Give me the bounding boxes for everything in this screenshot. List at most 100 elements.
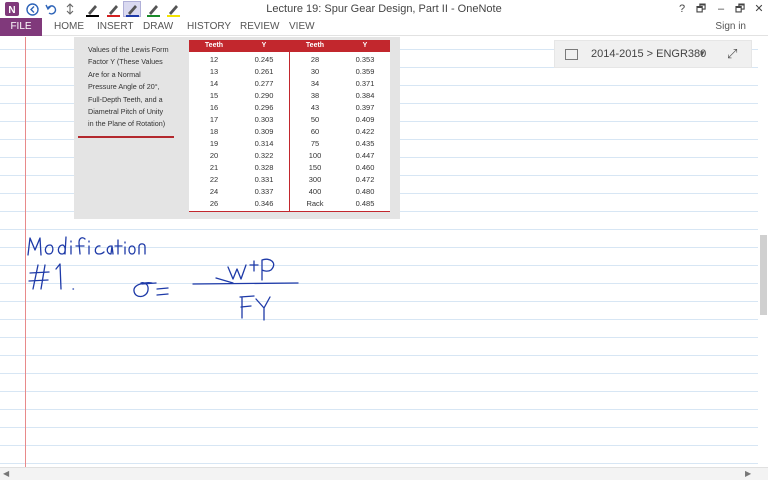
column-divider xyxy=(289,52,290,212)
table-cell: 0.309 xyxy=(254,127,274,136)
ink-equals xyxy=(156,287,169,296)
notebook-icon xyxy=(565,49,578,60)
table-cell: 0.331 xyxy=(254,175,274,184)
table-cell: 19 xyxy=(209,139,219,148)
scroll-right-icon[interactable]: ▶ xyxy=(745,469,751,478)
tab-file[interactable]: FILE xyxy=(0,18,42,36)
table-cell: 0.290 xyxy=(254,91,274,100)
table-cell: 0.277 xyxy=(254,79,274,88)
ribbon-tabs: FILE HOME INSERT DRAW HISTORY REVIEW VIE… xyxy=(0,18,768,36)
table-cell: 0.328 xyxy=(254,163,274,172)
table-cell: 14 xyxy=(209,79,219,88)
table-cell: 75 xyxy=(310,139,320,148)
table-cell: 0.435 xyxy=(355,139,375,148)
table-cell: 0.322 xyxy=(254,151,274,160)
tab-draw[interactable]: DRAW xyxy=(143,18,173,36)
table-cell: 21 xyxy=(209,163,219,172)
table-cell: 34 xyxy=(310,79,320,88)
table-cell: 13 xyxy=(209,67,219,76)
header-y: Y xyxy=(261,42,267,49)
onenote-window: N Lecture 19: Spur Gear Design, Part II … xyxy=(0,0,768,480)
table-cell: 0.422 xyxy=(355,127,375,136)
table-cell: 0.261 xyxy=(254,67,274,76)
ink-sigma xyxy=(133,282,157,298)
restore-button[interactable]: 🗗 xyxy=(731,1,749,17)
table-cell: 0.480 xyxy=(355,187,375,196)
ink-denominator-fy xyxy=(239,295,271,321)
sign-in-link[interactable]: Sign in xyxy=(715,18,746,36)
full-page-view-button[interactable]: 🗗 xyxy=(692,1,710,17)
vertical-scrollbar[interactable] xyxy=(758,37,768,467)
lewis-factor-table-image[interactable]: Values of the Lewis Form Factor Y (These… xyxy=(74,37,400,219)
table-bottom-rule xyxy=(189,211,390,212)
caption-line: Full-Depth Teeth, and a xyxy=(88,94,163,104)
table-cell: 26 xyxy=(209,199,219,208)
table-cell: 0.245 xyxy=(254,55,274,64)
ink-numerator-wtp xyxy=(227,258,275,281)
horizontal-scrollbar[interactable]: ◀ ▶ xyxy=(0,467,768,480)
table-cell: 16 xyxy=(209,103,219,112)
table-cell: 0.296 xyxy=(254,103,274,112)
tab-review[interactable]: REVIEW xyxy=(240,18,279,36)
close-button[interactable]: ✕ xyxy=(750,1,768,17)
tab-home[interactable]: HOME xyxy=(54,18,84,36)
table-cell: 24 xyxy=(209,187,219,196)
header-teeth: Teeth xyxy=(204,42,224,49)
caption-line: in the Plane of Rotation) xyxy=(88,119,166,129)
tab-history[interactable]: HISTORY xyxy=(187,18,231,36)
scroll-left-icon[interactable]: ◀ xyxy=(3,469,9,478)
window-title: Lecture 19: Spur Gear Design, Part II - … xyxy=(266,3,502,15)
table-cell: 150 xyxy=(308,163,322,172)
caption-line: Pressure Angle of 20°, xyxy=(88,82,160,92)
scrollbar-thumb[interactable] xyxy=(760,235,767,315)
table-cell: 50 xyxy=(310,115,320,124)
table-cell: 38 xyxy=(310,91,320,100)
caption-line: Are for a Normal xyxy=(88,69,141,79)
caption-line: Factor Y (These Values xyxy=(88,57,163,67)
table-cell: 0.384 xyxy=(355,91,375,100)
ink-modification xyxy=(27,236,146,256)
help-button[interactable]: ? xyxy=(673,1,691,17)
caption-line: Diametral Pitch of Unity xyxy=(88,107,164,117)
breadcrumb-text: 2014-2015 > ENGR380 xyxy=(591,48,707,60)
minimize-button[interactable]: – xyxy=(712,1,730,17)
table-cell: 0.371 xyxy=(355,79,375,88)
table-cell: 60 xyxy=(310,127,320,136)
table-cell: 0.314 xyxy=(254,139,274,148)
table-cell: 43 xyxy=(310,103,320,112)
table-cell: 12 xyxy=(209,55,219,64)
table-cell: 15 xyxy=(209,91,219,100)
note-page[interactable]: Values of the Lewis Form Factor Y (These… xyxy=(0,37,768,467)
margin-line xyxy=(25,37,26,467)
table-cell: 0.337 xyxy=(254,187,274,196)
notebook-breadcrumb[interactable]: 2014-2015 > ENGR380 ▾ ⤢ xyxy=(554,40,752,68)
table-cell: 28 xyxy=(310,55,320,64)
table-cell: 0.359 xyxy=(355,67,375,76)
header-teeth: Teeth xyxy=(305,42,325,49)
expand-icon[interactable]: ⤢ xyxy=(727,46,737,62)
table-cell: 30 xyxy=(310,67,320,76)
tab-view[interactable]: VIEW xyxy=(289,18,315,36)
table-cell: 20 xyxy=(209,151,219,160)
table-caption: Values of the Lewis Form Factor Y (These… xyxy=(78,44,188,138)
table-cell: 0.397 xyxy=(355,103,375,112)
table-cell: 0.460 xyxy=(355,163,375,172)
caption-line: Values of the Lewis Form xyxy=(88,45,169,54)
lewis-table: Teeth Y Teeth Y 12 0.245 28 0.353 13 0.2… xyxy=(189,40,390,212)
chevron-down-icon[interactable]: ▾ xyxy=(700,48,705,59)
ink-fraction-bar xyxy=(192,277,299,285)
title-bar: N Lecture 19: Spur Gear Design, Part II … xyxy=(0,0,768,18)
table-cell: 0.447 xyxy=(355,151,375,160)
table-cell: 17 xyxy=(209,115,219,124)
header-y: Y xyxy=(362,42,368,49)
table-cell: 0.353 xyxy=(355,55,375,64)
caption-underline xyxy=(78,136,174,138)
table-header: Teeth Y Teeth Y xyxy=(189,40,390,52)
table-cell: 0.303 xyxy=(254,115,274,124)
tab-insert[interactable]: INSERT xyxy=(97,18,134,36)
table-cell: 0.472 xyxy=(355,175,375,184)
table-cell: 22 xyxy=(209,175,219,184)
table-cell: 100 xyxy=(308,151,322,160)
table-cell: 0.409 xyxy=(355,115,375,124)
table-cell: 300 xyxy=(308,175,322,184)
